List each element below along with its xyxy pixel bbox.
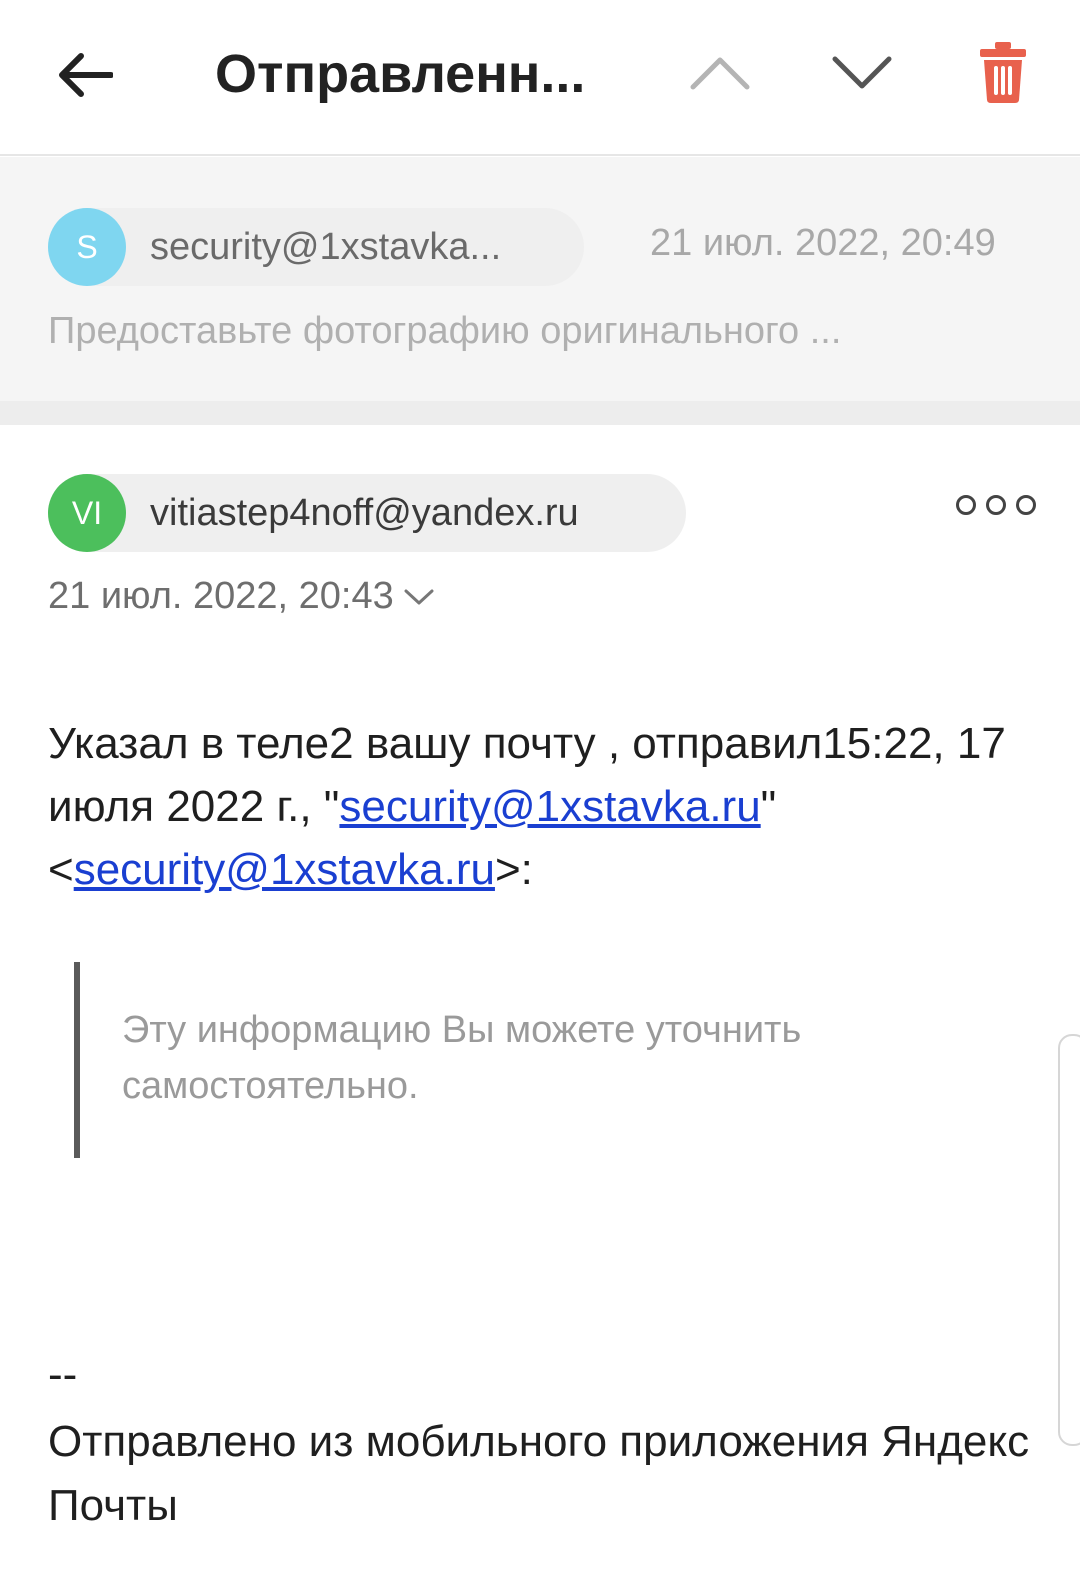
message-date-text: 21 июл. 2022, 20:43 [48,575,394,617]
chevron-down-icon [404,589,434,604]
scroll-handle[interactable] [1058,1034,1080,1446]
signature: Отправлено из мобильного приложения Янде… [48,1417,1030,1530]
email-link[interactable]: security@1xstavka.ru [339,782,760,831]
previous-message-button[interactable] [680,38,760,108]
folder-title: Отправленн... [215,44,586,104]
previous-sender-chip[interactable]: S security@1xstavka... [48,208,584,286]
chevron-up-icon [690,57,750,90]
email-link[interactable]: security@1xstavka.ru [74,845,495,894]
sender-address: vitiastep4noff@yandex.ru [150,491,579,534]
delete-button[interactable] [968,34,1038,110]
previous-message-date: 21 июл. 2022, 20:49 [650,222,996,264]
previous-message-snippet: Предоставьте фотографию оригинального ..… [48,310,842,352]
dot-icon [1016,495,1036,515]
top-bar: Отправленн... [0,0,1080,156]
back-button[interactable] [50,40,120,110]
avatar: S [48,208,126,286]
divider [0,401,1080,425]
body-text-part: >: [494,845,533,894]
trash-icon [980,42,1026,103]
avatar: VI [48,474,126,552]
dot-icon [956,495,976,515]
quoted-text: Эту информацию Вы можете уточнить самост… [122,1009,802,1107]
quote-bar [74,962,80,1158]
chevron-down-icon [832,56,892,89]
message-date[interactable]: 21 июл. 2022, 20:43 [48,575,434,618]
arrow-left-icon [59,53,113,97]
next-message-button[interactable] [822,38,902,108]
message-body: Указал в теле2 вашу почту , отправил15:2… [48,712,1048,901]
more-options-button[interactable] [956,490,1036,520]
sender-chip[interactable]: VI vitiastep4noff@yandex.ru [48,474,686,552]
signature-separator: -- [48,1350,78,1399]
dot-icon [986,495,1006,515]
previous-sender-address: security@1xstavka... [150,225,502,268]
